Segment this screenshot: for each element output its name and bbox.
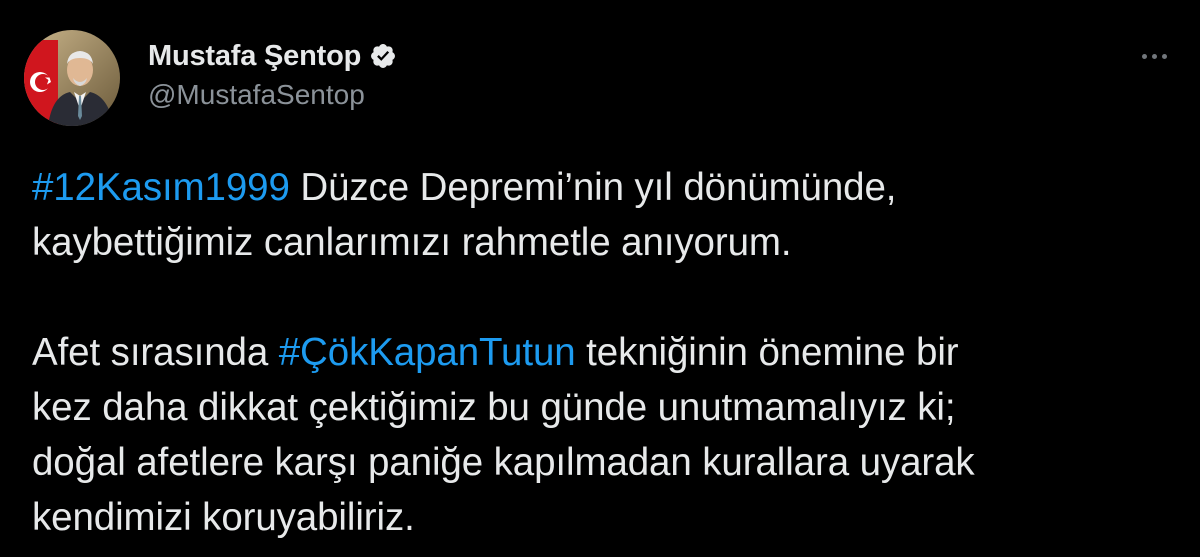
tweet-text: #12Kasım1999 Düzce Depremi’nin yıl dönüm…	[32, 160, 1182, 545]
verified-badge-icon	[369, 42, 397, 70]
tweet-line: kez daha dikkat çektiğimiz bu günde unut…	[32, 386, 956, 429]
hashtag-link[interactable]: #ÇökKapanTutun	[279, 331, 576, 374]
tweet-card: Mustafa Şentop @MustafaSentop #12Kasım19…	[0, 0, 1200, 557]
tweet-line: #12Kasım1999 Düzce Depremi’nin yıl dönüm…	[32, 160, 1182, 215]
tweet-text-segment: Afet sırasında	[32, 331, 279, 374]
tweet-text-segment: Düzce Depremi’nin yıl dönümünde,	[289, 166, 897, 209]
author-names: Mustafa Şentop @MustafaSentop	[148, 40, 397, 111]
display-name-row: Mustafa Şentop	[148, 40, 397, 73]
tweet-line: kaybettiğimiz canlarımızı rahmetle anıyo…	[32, 221, 792, 264]
hashtag-link[interactable]: #12Kasım1999	[32, 166, 290, 209]
more-horizontal-icon	[1139, 53, 1169, 59]
tweet-header: Mustafa Şentop @MustafaSentop	[24, 30, 397, 126]
tweet-line: kendimizi koruyabiliriz.	[32, 496, 415, 539]
tweet-line: doğal afetlere karşı paniğe kapılmadan k…	[32, 441, 975, 484]
avatar[interactable]	[24, 30, 120, 126]
tweet-text-segment: tekniğinin önemine bir	[575, 331, 959, 374]
user-handle[interactable]: @MustafaSentop	[148, 79, 397, 111]
paragraph-break	[32, 270, 1182, 325]
display-name[interactable]: Mustafa Şentop	[148, 40, 361, 73]
tweet-line: Afet sırasında #ÇökKapanTutun tekniğinin…	[32, 325, 1182, 380]
more-options-button[interactable]	[1132, 40, 1176, 72]
profile-photo-icon	[24, 30, 120, 126]
